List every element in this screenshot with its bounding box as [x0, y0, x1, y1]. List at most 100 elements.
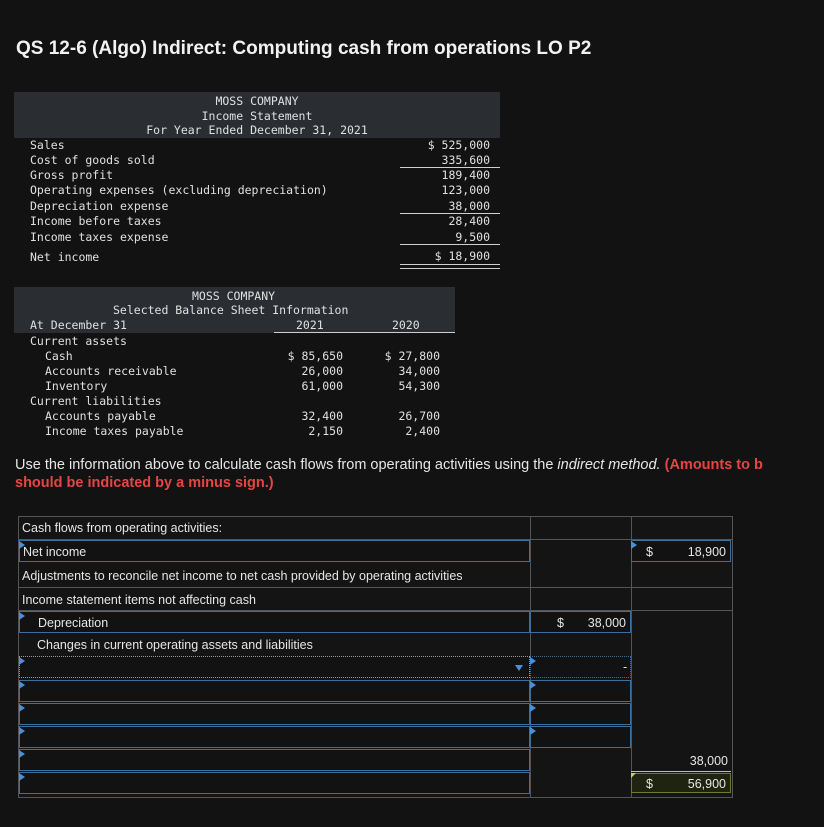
currency-sign: $	[646, 545, 653, 559]
is-label: Income taxes expense	[30, 230, 168, 244]
bs-company-name: MOSS COMPANY	[192, 289, 275, 303]
underline	[400, 244, 500, 245]
is-label: Operating expenses (excluding depreciati…	[30, 183, 328, 197]
bs-value-2021: 26,000	[283, 364, 343, 378]
row-divider	[19, 587, 732, 588]
is-value: 38,000	[448, 199, 490, 213]
changes-label: Changes in current operating assets and …	[37, 638, 313, 652]
is-value: 189,400	[442, 168, 490, 182]
bs-section-label: Current liabilities	[30, 394, 162, 408]
bs-year-2020: 2020	[392, 318, 420, 332]
dropdown-marker-icon	[631, 541, 637, 549]
currency-sign: $	[646, 777, 653, 791]
dropdown-marker-icon	[19, 612, 25, 620]
net-income-label-field[interactable]: Net income	[19, 540, 530, 562]
is-label: Gross profit	[30, 168, 113, 182]
is-label: Depreciation expense	[30, 199, 168, 213]
balance-sheet-header: MOSS COMPANY Selected Balance Sheet Info…	[14, 287, 455, 333]
instructions-method: indirect method.	[557, 457, 660, 473]
section-header: Cash flows from operating activities:	[22, 521, 222, 535]
noncash-label: Income statement items not affecting cas…	[22, 593, 256, 607]
bs-label: Income taxes payable	[45, 424, 183, 438]
bs-value-2021: 61,000	[283, 379, 343, 393]
chevron-down-icon	[515, 665, 523, 671]
is-value: 9,500	[455, 230, 490, 244]
income-statement: MOSS COMPANY Income Statement For Year E…	[14, 92, 500, 270]
income-statement-header: MOSS COMPANY Income Statement For Year E…	[14, 92, 500, 138]
sum-rule	[631, 771, 731, 772]
net-income-amount: 18,900	[688, 545, 726, 559]
is-label: Net income	[30, 250, 99, 264]
net-income-amount-field[interactable]: $ 18,900	[631, 540, 731, 562]
page-title: QS 12-6 (Algo) Indirect: Computing cash …	[16, 38, 591, 60]
dropdown-marker-icon	[530, 727, 536, 735]
instructions-text: Use the information above to calculate c…	[15, 457, 557, 473]
header-rule	[274, 332, 455, 333]
dropdown-marker-icon	[530, 657, 536, 665]
total-adjustments: 38,000	[690, 754, 728, 768]
company-name: MOSS COMPANY	[14, 94, 500, 108]
dropdown-marker-icon	[19, 704, 25, 712]
depreciation-amount-field[interactable]: $ 38,000	[530, 611, 631, 633]
net-cash-amount: 56,900	[688, 777, 726, 791]
is-value: $ 525,000	[428, 138, 490, 152]
dropdown-marker-icon	[19, 773, 25, 781]
dropdown-marker-icon	[530, 681, 536, 689]
net-cash-label-field[interactable]	[19, 772, 530, 794]
correct-marker-icon	[631, 773, 636, 778]
bs-year-2021: 2021	[296, 318, 324, 332]
dropdown-marker-icon	[19, 727, 25, 735]
double-underline	[400, 264, 500, 269]
bs-value-2021: 2,150	[283, 424, 343, 438]
is-value: $ 18,900	[435, 249, 490, 263]
adjustments-label: Adjustments to reconcile net income to n…	[22, 569, 463, 583]
bs-value-2020: 2,400	[380, 424, 440, 438]
instructions-note-cont: should be indicated by a minus sign.)	[15, 475, 274, 491]
bs-value-2021: 32,400	[283, 409, 343, 423]
dash-placeholder: -	[623, 660, 627, 674]
is-value: 123,000	[442, 183, 490, 197]
dropdown-marker-icon	[19, 541, 25, 549]
adjustment-amount-field[interactable]	[530, 726, 631, 748]
dropdown-marker-icon	[19, 681, 25, 689]
bs-section-label: Current assets	[30, 334, 127, 348]
bs-label: Accounts payable	[45, 409, 156, 423]
adjustment-label-field[interactable]	[19, 749, 530, 771]
bs-column-label: At December 31	[30, 318, 127, 332]
bs-statement-name: Selected Balance Sheet Information	[113, 303, 348, 317]
net-cash-amount-field[interactable]: $ 56,900	[631, 773, 731, 793]
instructions-note: (Amounts to b	[661, 457, 763, 473]
bs-label: Accounts receivable	[45, 364, 177, 378]
dropdown-marker-icon	[19, 657, 25, 665]
net-income-label: Net income	[23, 545, 86, 559]
is-label: Cost of goods sold	[30, 153, 155, 167]
bs-value-2020: 26,700	[380, 409, 440, 423]
is-value: 335,600	[442, 153, 490, 167]
instructions: Use the information above to calculate c…	[15, 456, 824, 492]
bs-value-2020: 54,300	[380, 379, 440, 393]
bs-value-2020: 34,000	[380, 364, 440, 378]
depreciation-label-field[interactable]: Depreciation	[19, 611, 530, 633]
currency-sign: $	[557, 616, 564, 630]
adjustment-amount-field[interactable]	[530, 680, 631, 702]
adjustment-label-field[interactable]	[19, 703, 530, 725]
bs-value-2020: $ 27,800	[380, 349, 440, 363]
statement-period: For Year Ended December 31, 2021	[14, 123, 500, 137]
adjustment-amount-field[interactable]	[530, 703, 631, 725]
dropdown-marker-icon	[530, 704, 536, 712]
bs-label: Inventory	[45, 379, 107, 393]
depreciation-amount: 38,000	[588, 616, 626, 630]
adjustment-select[interactable]	[19, 656, 530, 678]
is-value: 28,400	[448, 214, 490, 228]
adjustment-amount-field[interactable]	[530, 656, 631, 678]
balance-sheet: MOSS COMPANY Selected Balance Sheet Info…	[14, 287, 455, 437]
dropdown-marker-icon	[19, 750, 25, 758]
adjustment-label-field[interactable]	[19, 726, 530, 748]
depreciation-label: Depreciation	[38, 616, 108, 630]
bs-value-2021: $ 85,650	[283, 349, 343, 363]
cash-flow-worksheet: Cash flows from operating activities: Ne…	[18, 516, 733, 798]
adjustment-label-field[interactable]	[19, 680, 530, 702]
is-label: Income before taxes	[30, 214, 162, 228]
bs-label: Cash	[45, 349, 73, 363]
is-label: Sales	[30, 138, 65, 152]
